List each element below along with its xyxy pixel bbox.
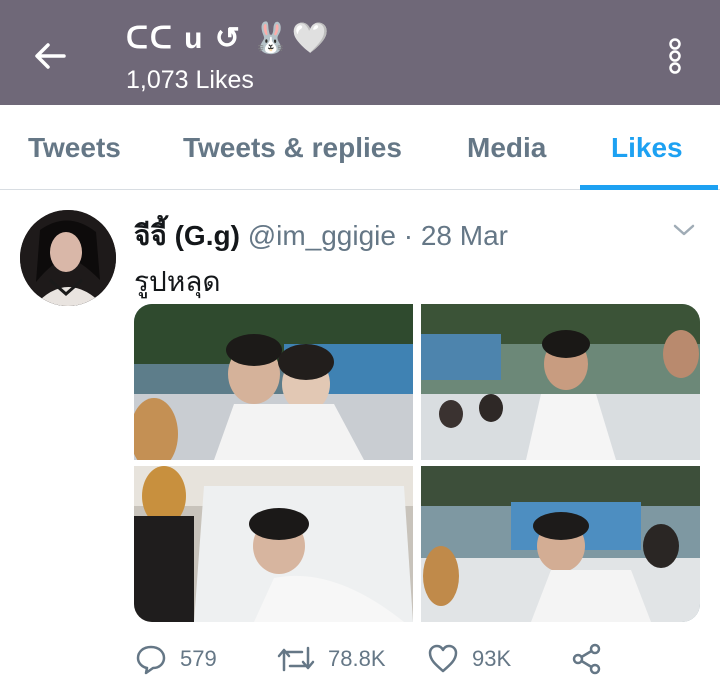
reply-button[interactable]: 579	[134, 640, 217, 678]
media-photo-1[interactable]	[134, 304, 413, 460]
header-title-block: ᑕᑕ u ↺ 🐰🤍 1,073 Likes	[126, 20, 331, 95]
more-vertical-icon[interactable]	[664, 36, 686, 76]
media-photo-2[interactable]	[421, 304, 700, 460]
tweet-media-grid	[134, 304, 700, 622]
tab-tweets-replies[interactable]: Tweets & replies	[183, 105, 402, 189]
profile-tabs: Tweets Tweets & replies Media Likes	[0, 105, 720, 190]
tab-likes[interactable]: Likes	[611, 105, 683, 189]
media-photo-3[interactable]	[134, 466, 413, 622]
tweet-text: รูปหลุด	[134, 266, 221, 297]
tweet-header: จีจี้ (G.g) @im_ggigie · 28 Mar	[134, 214, 508, 258]
profile-header-bar: ᑕᑕ u ↺ 🐰🤍 1,073 Likes	[0, 0, 720, 105]
profile-display-name: ᑕᑕ u ↺ 🐰🤍	[126, 22, 331, 55]
tab-tweets[interactable]: Tweets	[28, 105, 121, 189]
heart-icon	[428, 644, 458, 673]
reply-icon	[136, 645, 166, 675]
avatar[interactable]	[20, 210, 116, 306]
media-photo-4[interactable]	[421, 466, 700, 622]
retweet-icon	[277, 646, 315, 672]
like-count: 93K	[472, 646, 512, 671]
share-icon	[572, 643, 601, 675]
retweet-count: 78.8K	[328, 646, 386, 671]
tab-media[interactable]: Media	[467, 105, 546, 189]
back-arrow-icon[interactable]	[30, 36, 70, 76]
chevron-down-icon[interactable]	[670, 220, 698, 240]
active-tab-indicator	[580, 185, 718, 190]
header-separator: ·	[403, 220, 414, 251]
author-handle[interactable]: @im_ggigie	[248, 220, 396, 251]
tweet-actions: 579 78.8K 93K	[134, 640, 704, 678]
author-name[interactable]: จีจี้ (G.g)	[134, 220, 240, 251]
retweet-button[interactable]: 78.8K	[276, 640, 386, 678]
like-button[interactable]: 93K	[426, 640, 511, 678]
reply-count: 579	[180, 646, 217, 671]
tweet-date[interactable]: 28 Mar	[421, 220, 508, 251]
share-button[interactable]	[570, 640, 616, 678]
likes-count: 1,073 Likes	[126, 66, 254, 94]
